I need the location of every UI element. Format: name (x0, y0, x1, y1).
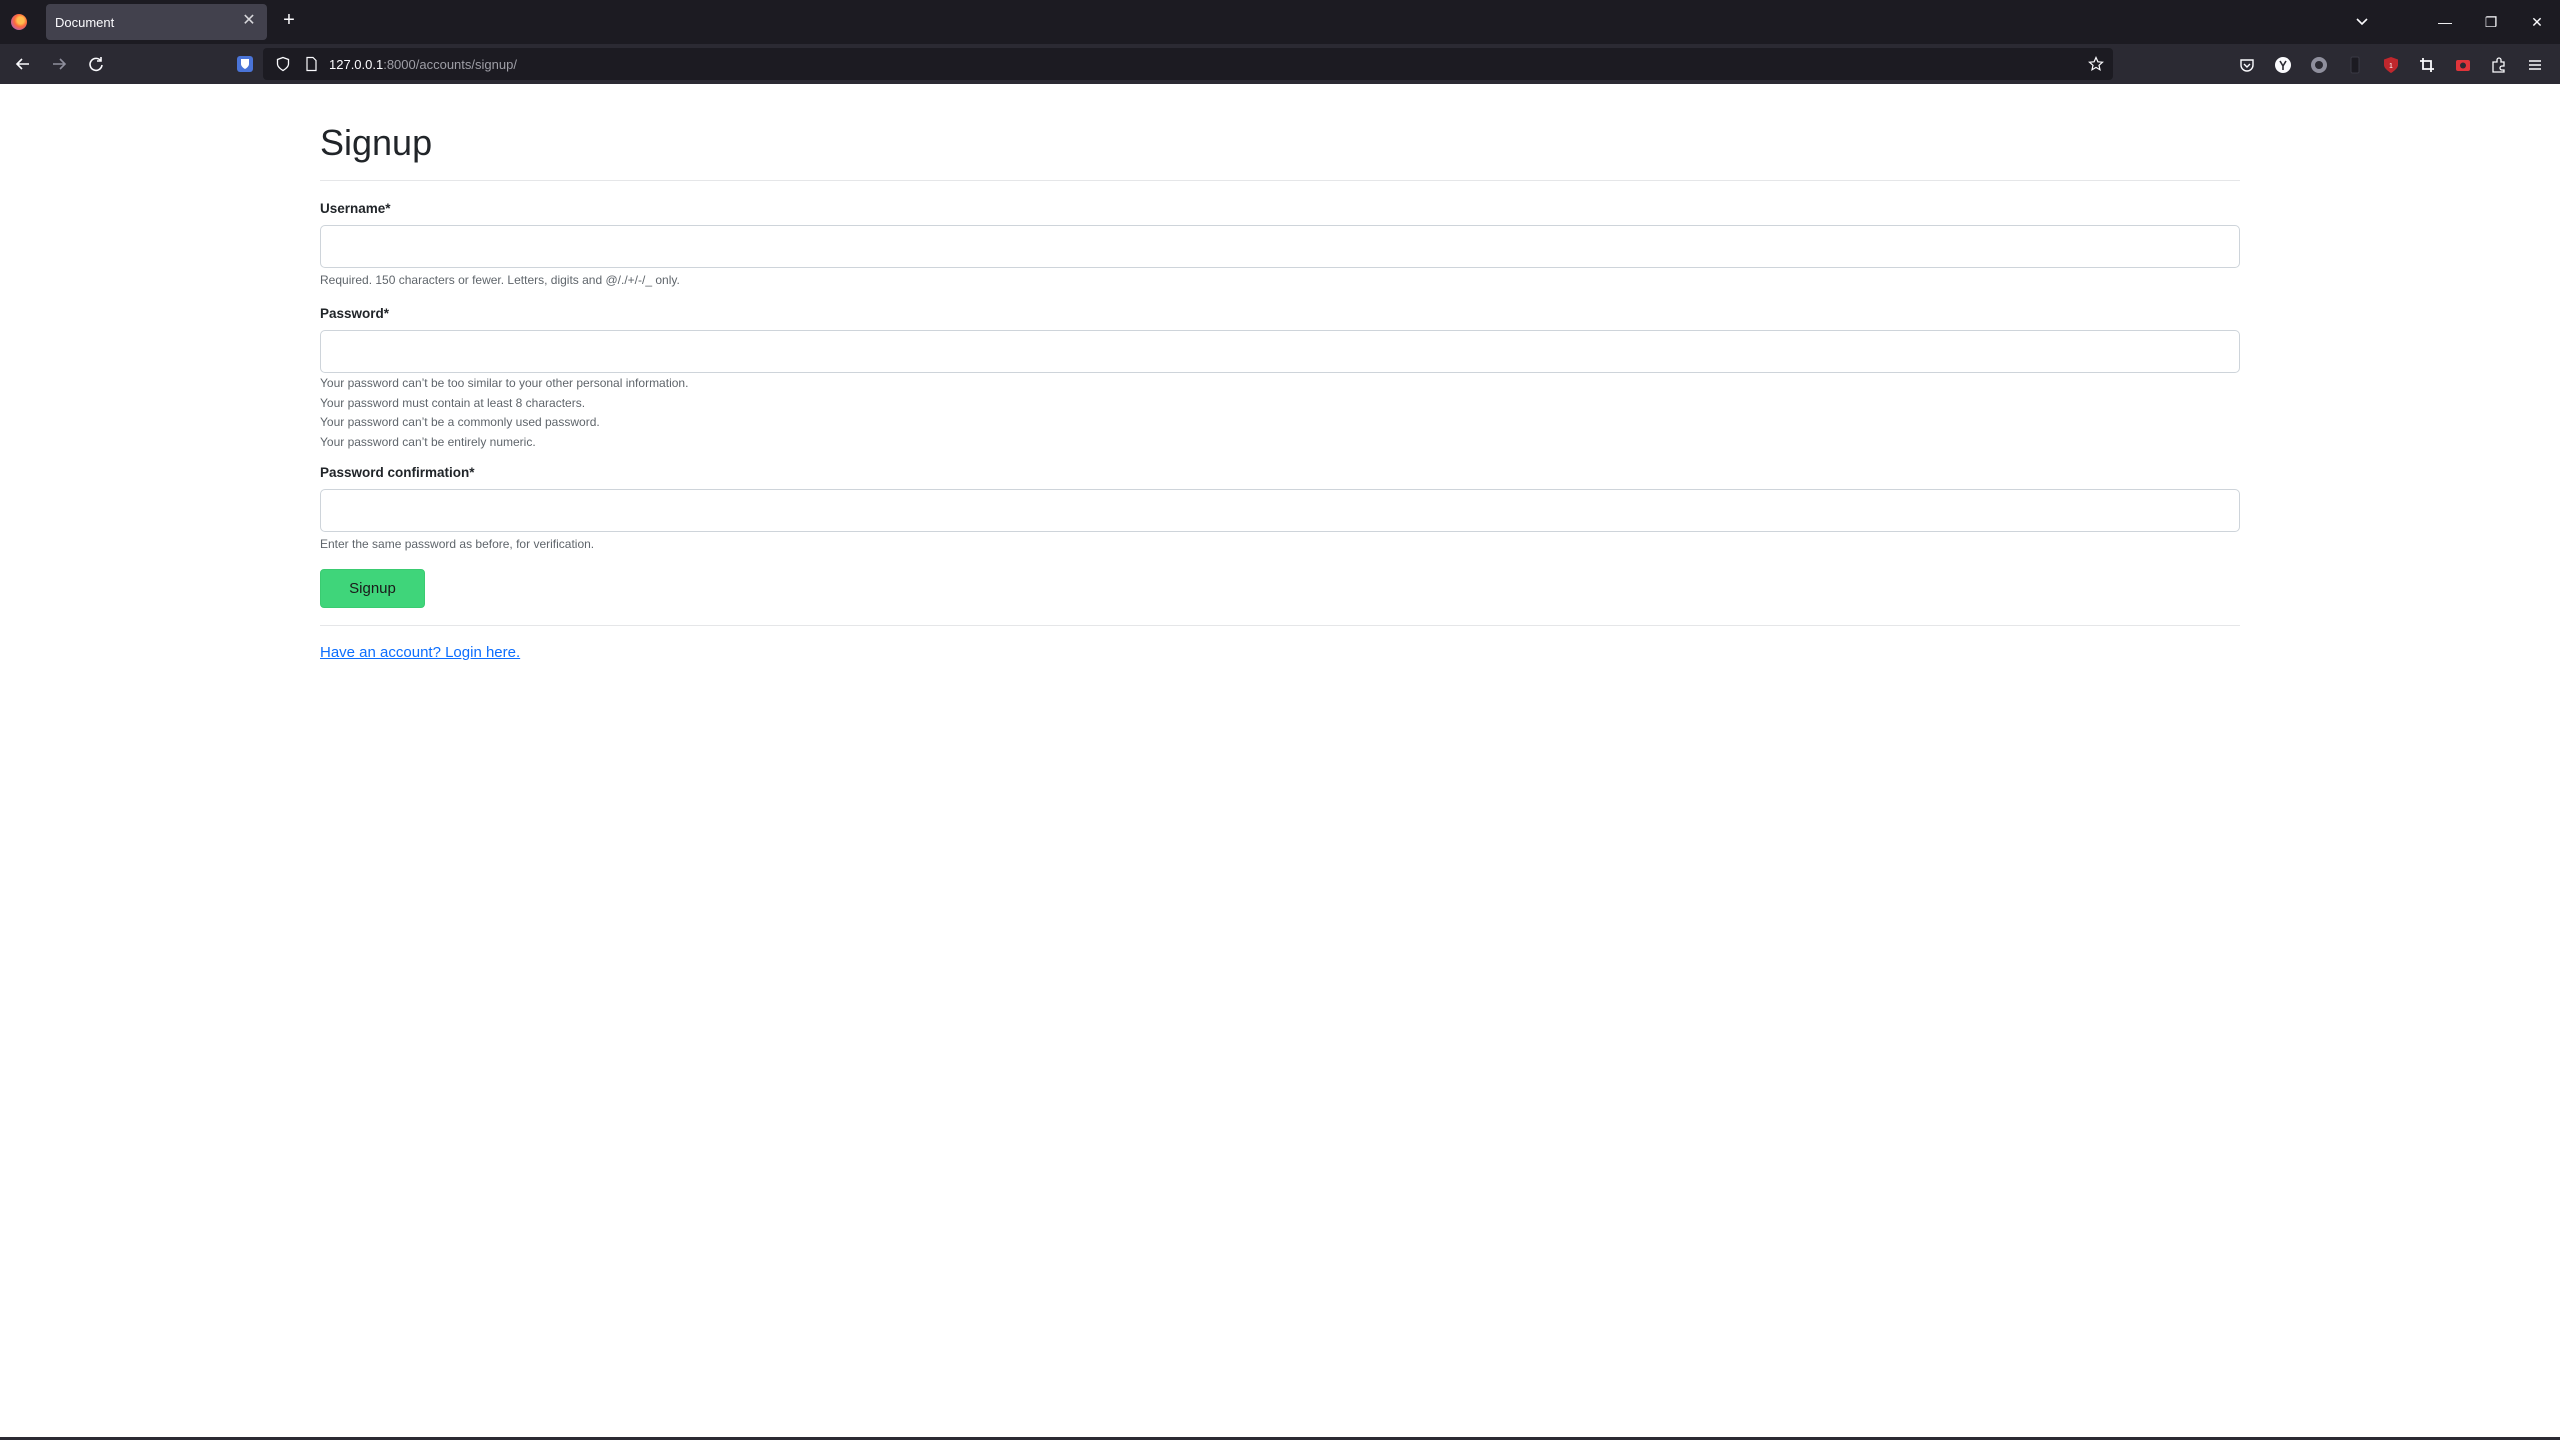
extension-circle-icon[interactable] (2310, 56, 2328, 74)
required-asterisk: * (383, 306, 390, 321)
close-window-button[interactable]: ✕ (2522, 8, 2552, 36)
username-help-text: Required. 150 characters or fewer. Lette… (320, 273, 680, 287)
camera-icon[interactable] (2454, 56, 2472, 74)
url-host: 127.0.0.1 (329, 57, 384, 72)
hamburger-menu-icon[interactable] (2526, 56, 2544, 74)
page-icon[interactable] (303, 56, 319, 72)
password-help-item: Your password can’t be too similar to yo… (320, 376, 689, 390)
pocket-icon[interactable] (2238, 56, 2256, 74)
close-icon[interactable]: ✕ (240, 12, 258, 30)
ublock-icon[interactable]: 1 (2382, 56, 2400, 74)
star-icon[interactable] (2088, 56, 2104, 72)
password-label: Password* (320, 306, 389, 321)
password-help-item: Your password must contain at least 8 ch… (320, 395, 586, 410)
bitwarden-shield-icon[interactable] (236, 55, 254, 73)
browser-tab[interactable]: Document ✕ (46, 4, 267, 40)
arrow-right-icon[interactable] (48, 53, 70, 75)
username-label-text: Username (320, 201, 386, 216)
url-path: :8000/accounts/signup/ (383, 57, 517, 72)
required-asterisk: * (469, 465, 475, 480)
password-help-item: Your password can’t be a commonly used p… (320, 415, 600, 429)
yomitan-icon[interactable] (2274, 56, 2292, 74)
crop-icon[interactable] (2418, 56, 2436, 74)
password-confirmation-label-text: Password confirmation (320, 465, 470, 480)
restore-button[interactable]: ❐ (2476, 8, 2506, 36)
shield-icon[interactable] (275, 56, 291, 72)
divider (320, 625, 2240, 626)
plus-icon[interactable]: + (278, 9, 300, 31)
divider (320, 180, 2240, 181)
svg-text:1: 1 (2389, 63, 2393, 70)
username-field[interactable] (320, 225, 2240, 268)
reload-icon[interactable] (85, 53, 107, 75)
chevron-down-icon[interactable] (2352, 12, 2372, 32)
required-asterisk: * (385, 201, 391, 216)
password-label-text: Password (320, 306, 384, 321)
browser-tab-bar: Document ✕ + — ❐ ✕ (0, 0, 2560, 44)
password-confirmation-help-text: Enter the same password as before, for v… (320, 537, 595, 551)
password-help-list: Your password can’t be too similar to yo… (320, 374, 688, 452)
phone-icon[interactable] (2346, 56, 2364, 74)
password-field[interactable] (320, 330, 2240, 373)
username-label: Username* (320, 201, 391, 216)
password-confirmation-label: Password confirmation* (320, 465, 475, 480)
login-link[interactable]: Have an account? Login here. (320, 644, 520, 661)
arrow-left-icon[interactable] (12, 53, 34, 75)
password-help-item: Your password can’t be entirely numeric. (320, 434, 536, 449)
address-bar[interactable]: 127.0.0.1:8000/accounts/signup/ (263, 48, 2113, 80)
page-content: Signup Username* Required. 150 character… (0, 84, 2560, 1440)
puzzle-icon[interactable] (2490, 56, 2508, 74)
signup-button[interactable]: Signup (320, 569, 425, 608)
url-text[interactable]: 127.0.0.1:8000/accounts/signup/ (329, 57, 517, 72)
page-title: Signup (320, 122, 433, 163)
password-confirmation-field[interactable] (320, 489, 2240, 532)
browser-toolbar: 127.0.0.1:8000/accounts/signup/ 1 (0, 44, 2560, 84)
tab-title: Document (55, 15, 115, 30)
minimize-button[interactable]: — (2430, 8, 2460, 36)
firefox-logo-icon (11, 14, 27, 30)
